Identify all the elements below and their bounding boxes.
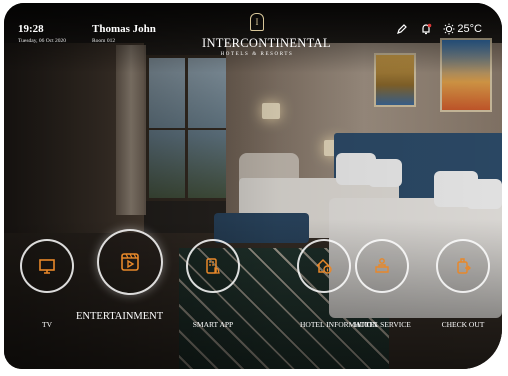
temperature: 25°C (457, 23, 482, 35)
tv-icon (39, 259, 55, 274)
status-bar: 25°C (395, 22, 482, 36)
menu-label-check-out: CHECK OUT (441, 320, 485, 329)
clock-time: 19:28 (18, 23, 44, 35)
hotel-service-button[interactable] (355, 239, 410, 293)
pen-icon[interactable] (395, 22, 409, 36)
menu-label-smart-app: SMART APP (192, 320, 234, 329)
hotel-information-button[interactable] (296, 239, 351, 293)
entertainment-button[interactable] (96, 229, 163, 295)
menu-label-hotel-service: HOTEL SERVICE (354, 320, 411, 329)
hotel-tv-screen: 19:28 Tuesday, 06 Oct 2020 Thomas John R… (4, 3, 502, 369)
brand-subtitle: HOTELS & RESORTS (220, 52, 294, 57)
notification-bell-icon[interactable] (419, 22, 433, 36)
check-out-icon (457, 258, 471, 274)
smart-app-icon (206, 258, 220, 274)
smart-app-button[interactable] (186, 239, 240, 293)
entertainment-icon (120, 253, 139, 271)
menu-label-entertainment: ENTERTAINMENT (76, 311, 164, 322)
hotel-service-icon (375, 258, 390, 273)
menu-item-tv[interactable]: TV (20, 239, 74, 329)
brand-name: INTERCONTINENTAL (202, 36, 331, 50)
room-number: Room 012 (92, 38, 116, 44)
tv-button[interactable] (20, 239, 74, 293)
menu-item-hotel-service[interactable]: HOTEL SERVICE (354, 239, 411, 329)
menu-item-entertainment[interactable]: ENTERTAINMENT (76, 229, 163, 322)
current-date: Tuesday, 06 Oct 2020 (18, 38, 67, 44)
hotel-information-icon (316, 258, 332, 274)
logo-mark-icon: I (250, 13, 264, 31)
guest-name: Thomas John (92, 23, 156, 35)
weather-sun-icon: 25°C (443, 23, 482, 35)
check-out-button[interactable] (436, 239, 490, 293)
menu-item-smart-app[interactable]: SMART APP (186, 239, 240, 329)
hotel-logo: I INTERCONTINENTAL HOTELS & RESORTS (202, 13, 331, 57)
menu-label-tv: TV (42, 320, 52, 329)
menu-item-check-out[interactable]: CHECK OUT (436, 239, 490, 329)
